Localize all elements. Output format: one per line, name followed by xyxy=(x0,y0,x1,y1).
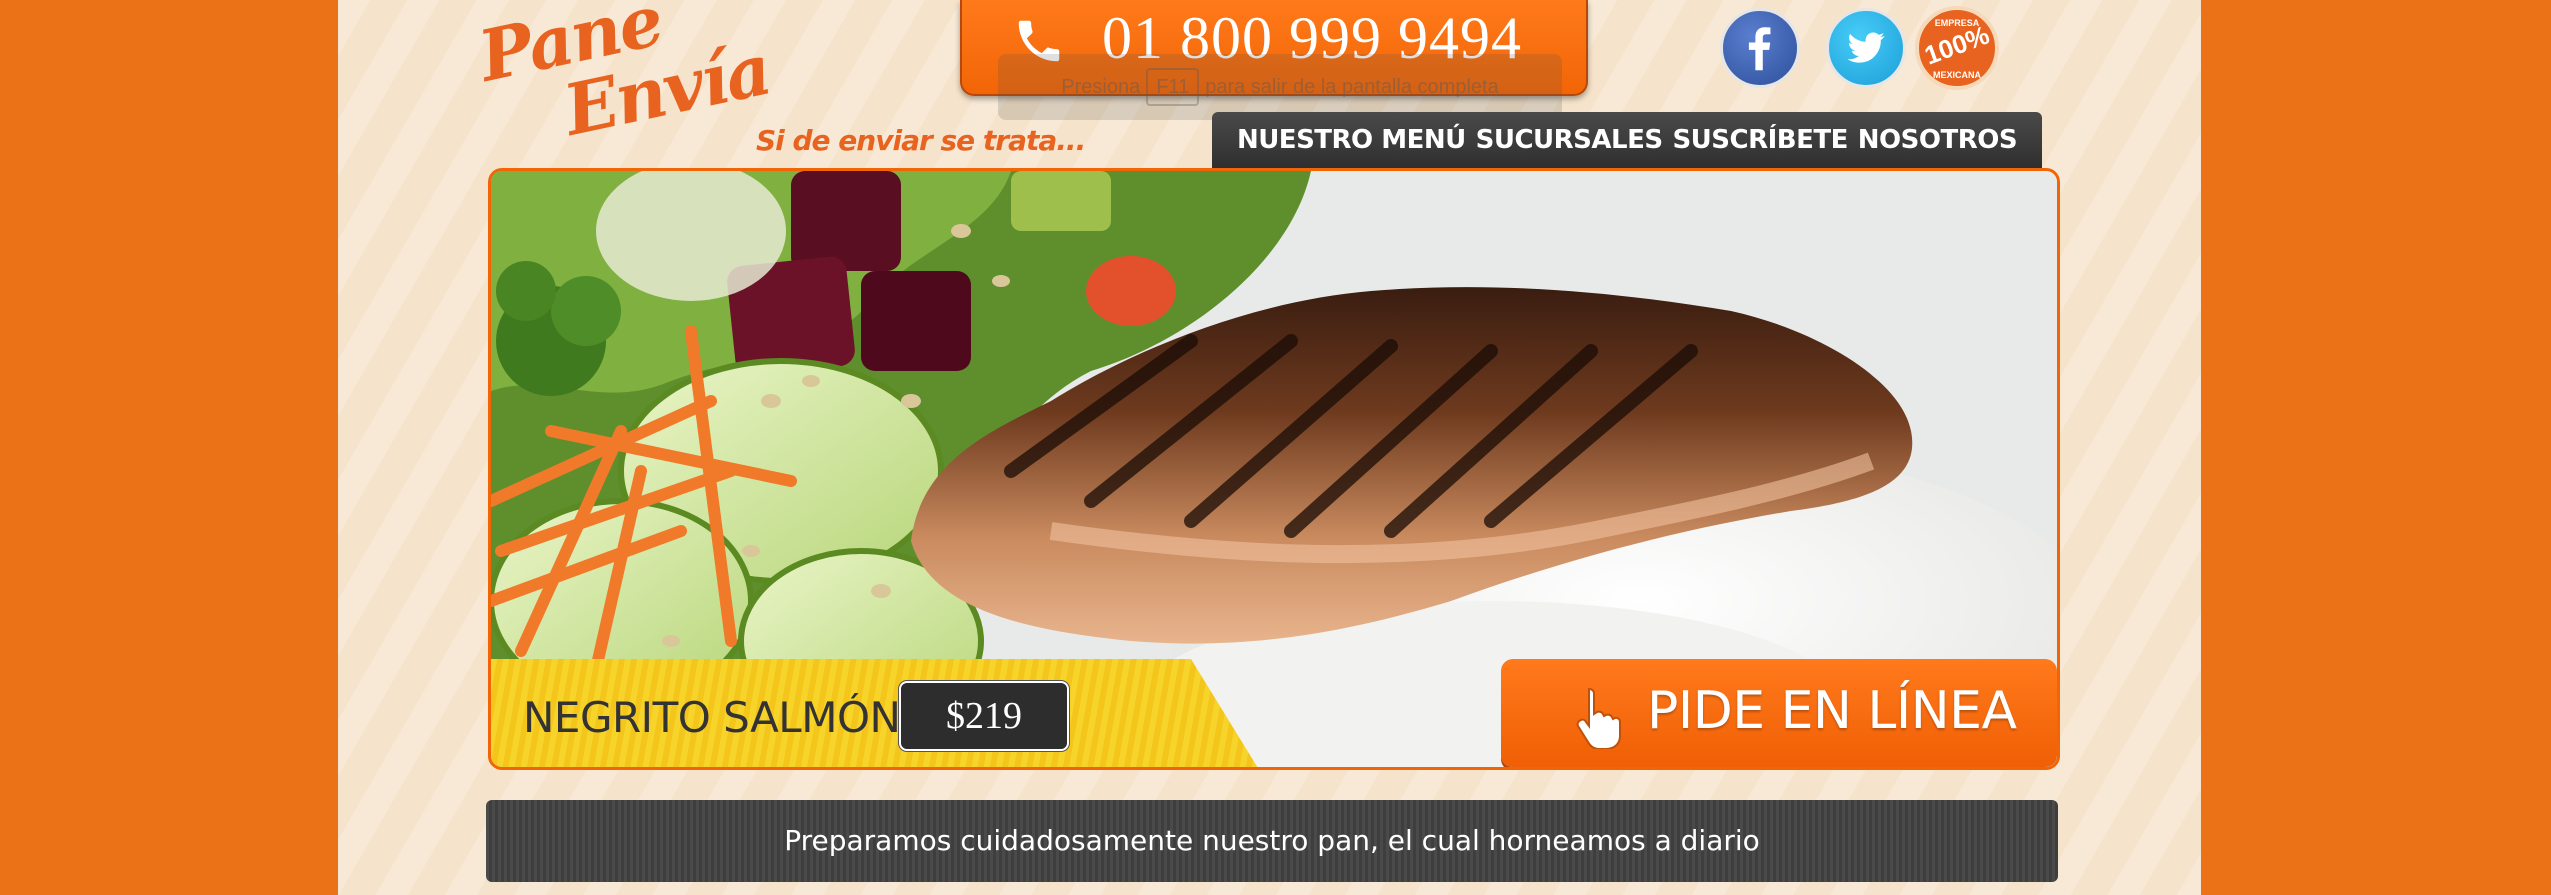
dish-name: NEGRITO SALMÓN xyxy=(523,693,901,742)
order-online-button[interactable]: PIDE EN LÍNEA xyxy=(1501,659,2057,767)
nav-item-subscribe[interactable]: SUSCRÍBETE xyxy=(1672,125,1848,155)
fullscreen-hint-suffix: para salir de la pantalla completa xyxy=(1205,76,1499,98)
hero-banner[interactable]: NEGRITO SALMÓN $219 PIDE EN LÍNEA xyxy=(488,168,2060,770)
nav-item-about[interactable]: NOSOTROS xyxy=(1858,125,2018,155)
facebook-icon[interactable] xyxy=(1720,8,1800,88)
fullscreen-hint-prefix: Presiona xyxy=(1061,76,1141,98)
dish-name-band: NEGRITO SALMÓN $219 xyxy=(491,659,1261,767)
facebook-glyph xyxy=(1748,27,1771,71)
page-background: Pane Envía Si de enviar se trata... 01 8… xyxy=(338,0,2201,895)
fullscreen-hint: Presiona F11 para salir de la pantalla com… xyxy=(998,54,1562,120)
brand-logo[interactable]: Pane Envía xyxy=(472,0,777,154)
pointing-hand-icon xyxy=(1576,687,1621,749)
nav-item-branches[interactable]: SUCURSALES xyxy=(1476,125,1663,155)
badge-bottom-text: MEXICANA xyxy=(1932,70,1981,80)
fullscreen-hint-key: F11 xyxy=(1146,68,1200,106)
dish-price: $219 xyxy=(899,681,1069,751)
brand-tagline: Si de enviar se trata... xyxy=(756,124,1086,157)
main-nav: NUESTRO MENÚ SUCURSALES SUSCRÍBETE NOSOT… xyxy=(1212,112,2042,168)
twitter-glyph xyxy=(1847,32,1885,63)
info-message-bar: Preparamos cuidadosamente nuestro pan, e… xyxy=(486,800,2058,882)
twitter-icon[interactable] xyxy=(1826,8,1906,88)
mexican-company-badge: EMPRESA 100% MEXICANA xyxy=(1915,6,1999,90)
order-online-label: PIDE EN LÍNEA xyxy=(1647,681,2017,741)
nav-item-menu[interactable]: NUESTRO MENÚ xyxy=(1237,125,1466,155)
